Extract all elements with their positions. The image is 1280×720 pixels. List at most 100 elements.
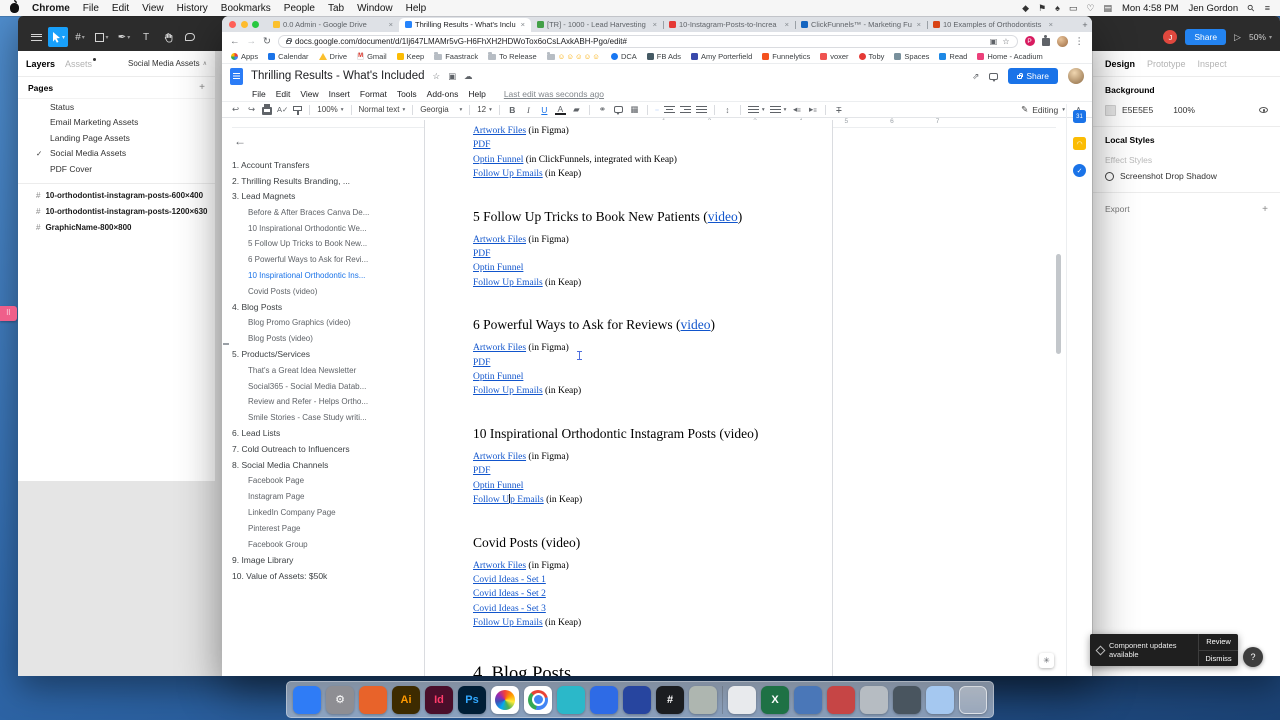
- font-size-select[interactable]: 12 ▾: [477, 105, 492, 114]
- align-left-icon[interactable]: [654, 108, 659, 111]
- extension-p-icon[interactable]: P: [1024, 36, 1035, 46]
- doc-link[interactable]: Optin Funnel: [473, 263, 523, 273]
- address-bar[interactable]: docs.google.com/document/d/1Ij647LMAMr5v…: [277, 34, 1018, 48]
- outline-item[interactable]: 9. Image Library: [232, 552, 430, 568]
- menubar-status-icon-1[interactable]: ◆: [1022, 3, 1029, 14]
- document-scrollbar[interactable]: [1056, 254, 1061, 354]
- menubar-menu-help[interactable]: Help: [406, 3, 427, 14]
- doc-link[interactable]: video: [708, 209, 738, 224]
- visibility-eye-icon[interactable]: [1259, 107, 1268, 113]
- print-icon[interactable]: [262, 104, 272, 115]
- docs-menu-edit[interactable]: Edit: [276, 89, 291, 99]
- menubar-menu-file[interactable]: File: [83, 3, 99, 14]
- bookmark-item[interactable]: FB Ads: [646, 52, 681, 61]
- reader-mode-icon[interactable]: ▣: [990, 37, 998, 46]
- outline-item[interactable]: 10. Value of Assets: $50k: [232, 568, 430, 584]
- doc-link[interactable]: video: [681, 317, 711, 332]
- text-color-icon[interactable]: A: [554, 104, 566, 115]
- doc-link[interactable]: Covid Ideas - Set 2: [473, 589, 546, 599]
- bookmark-item[interactable]: DCA: [610, 52, 637, 61]
- dock-icon-app-navy[interactable]: [623, 685, 651, 714]
- tab-close-icon[interactable]: ×: [521, 20, 525, 29]
- close-outline-icon[interactable]: ←: [234, 134, 430, 148]
- dock-icon-excel[interactable]: X: [761, 685, 789, 714]
- bookmark-item[interactable]: Home - Acadium: [977, 52, 1043, 61]
- tab-close-icon[interactable]: ×: [1049, 20, 1053, 29]
- menubar-menu-people[interactable]: People: [284, 3, 315, 14]
- keep-icon[interactable]: ◠: [1073, 137, 1086, 150]
- outline-item[interactable]: That's a Great Idea Newsletter: [232, 362, 430, 378]
- move-tool-icon[interactable]: ▾: [48, 27, 68, 47]
- figma-layer-item[interactable]: # GraphicName-800×800: [18, 220, 215, 236]
- docs-menu-file[interactable]: File: [252, 89, 266, 99]
- effect-style-name[interactable]: Screenshot Drop Shadow: [1120, 171, 1217, 181]
- outline-item[interactable]: 1. Account Transfers: [232, 157, 430, 173]
- menubar-status-icon-6[interactable]: ▤: [1103, 3, 1112, 14]
- menubar-menu-history[interactable]: History: [177, 3, 208, 14]
- docs-menu-help[interactable]: Help: [468, 89, 485, 99]
- hand-tool-icon[interactable]: [158, 27, 178, 47]
- back-icon[interactable]: ←: [230, 36, 240, 47]
- figma-design-tab[interactable]: Design: [1105, 59, 1135, 69]
- dock-icon-photos[interactable]: [491, 685, 519, 714]
- figma-layer-item[interactable]: #10-orthodontist-instagram-posts-1200×63…: [18, 204, 215, 220]
- calendar-icon[interactable]: 31: [1073, 110, 1086, 123]
- explore-button[interactable]: ✳: [1039, 653, 1054, 668]
- doc-link[interactable]: PDF: [473, 358, 490, 368]
- zoom-window-button[interactable]: [252, 20, 259, 28]
- dock-icon-adobe-illustrator[interactable]: Ai: [392, 685, 420, 714]
- tasks-icon[interactable]: ✓: [1073, 164, 1086, 177]
- minimize-window-button[interactable]: [240, 20, 248, 28]
- dock-icon-app-teal[interactable]: [557, 685, 585, 714]
- docs-share-button[interactable]: Share: [1008, 68, 1058, 84]
- spellcheck-icon[interactable]: A✓: [277, 105, 288, 114]
- bookmark-item[interactable]: Keep: [396, 52, 424, 61]
- docs-menu-tools[interactable]: Tools: [397, 89, 417, 99]
- tab-close-icon[interactable]: ×: [917, 20, 921, 29]
- bookmark-item[interactable]: Drive: [318, 52, 347, 61]
- spotlight-icon[interactable]: ⚲: [1245, 2, 1257, 14]
- figma-present-icon[interactable]: ▷: [1234, 32, 1241, 43]
- tab-close-icon[interactable]: ×: [785, 20, 789, 29]
- dock-icon-adobe-photoshop[interactable]: Ps: [458, 685, 486, 714]
- bulleted-list-icon[interactable]: ▾: [769, 105, 786, 114]
- outline-item[interactable]: Review and Refer - Helps Ortho...: [232, 394, 430, 410]
- doc-link[interactable]: Artwork Files: [473, 452, 526, 462]
- dock-icon-app-hash[interactable]: #: [656, 685, 684, 714]
- docs-logo-icon[interactable]: [230, 67, 243, 85]
- numbered-list-icon[interactable]: ▾: [747, 105, 765, 114]
- outline-item[interactable]: Smile Stories - Case Study writi...: [232, 410, 430, 426]
- frame-tool-icon[interactable]: # ▾: [70, 27, 90, 47]
- browser-tab[interactable]: 10 Examples of Orthodontists ×: [927, 18, 1059, 33]
- doc-link[interactable]: Covid Ideas - Set 1: [473, 575, 546, 585]
- outline-item[interactable]: Social365 - Social Media Datab...: [232, 378, 430, 394]
- add-page-icon[interactable]: +: [199, 82, 205, 93]
- editing-mode-select[interactable]: ✎ Editing ▾: [1021, 104, 1065, 115]
- outline-item[interactable]: 3. Lead Magnets: [232, 189, 430, 205]
- new-tab-button[interactable]: +: [1078, 18, 1092, 32]
- dock-icon-trash[interactable]: [959, 685, 987, 714]
- figma-main-menu-button[interactable]: [26, 27, 46, 47]
- review-button[interactable]: Review: [1199, 634, 1238, 651]
- figma-zoom-control[interactable]: 50% ▾: [1249, 32, 1272, 42]
- bookmark-item[interactable]: Faastrack: [434, 52, 478, 61]
- dock-icon-app-slate-doc[interactable]: [893, 685, 921, 714]
- notification-center-icon[interactable]: ≡: [1265, 3, 1270, 13]
- outline-item[interactable]: Facebook Group: [232, 536, 430, 552]
- paint-format-icon[interactable]: [293, 106, 303, 115]
- docs-menu-format[interactable]: Format: [360, 89, 387, 99]
- menubar-menu-tab[interactable]: Tab: [328, 3, 344, 14]
- forward-icon[interactable]: →: [247, 36, 257, 47]
- outline-item[interactable]: 8. Social Media Channels: [232, 457, 430, 473]
- dock-icon-app-gray-doc[interactable]: [860, 685, 888, 714]
- menubar-status-icon-4[interactable]: ▭: [1069, 3, 1078, 14]
- menubar-menu-chrome[interactable]: Chrome: [32, 3, 70, 14]
- shape-tool-icon[interactable]: ▾: [92, 27, 112, 47]
- cloud-saved-icon[interactable]: ☁: [464, 71, 473, 82]
- figma-page-selector[interactable]: Social Media Assets ∧: [128, 59, 207, 68]
- move-to-folder-icon[interactable]: ▣: [448, 71, 456, 82]
- bookmark-item[interactable]: Spaces: [894, 52, 929, 61]
- clear-formatting-icon[interactable]: T: [833, 105, 844, 115]
- zoom-select[interactable]: 100% ▾: [317, 105, 343, 114]
- bookmark-item[interactable]: Toby: [858, 52, 884, 61]
